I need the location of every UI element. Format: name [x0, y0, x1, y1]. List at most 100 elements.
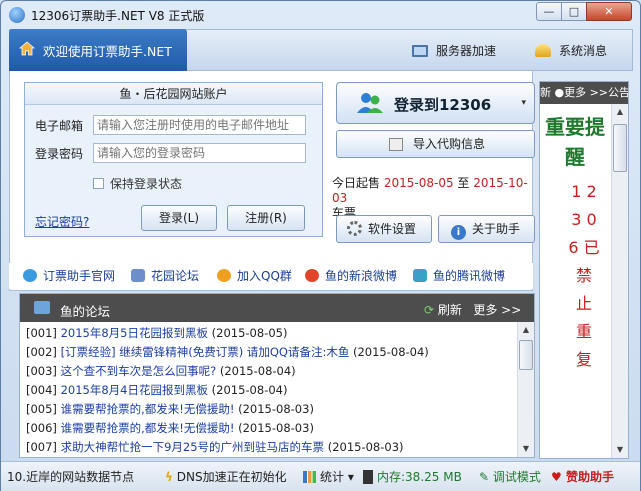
notice-panel: 新 ●更多 >>公告 重要提醒 1 2 3 0 6 已 禁 止 重 复 ▲ ▼	[539, 81, 629, 459]
memory-icon	[363, 470, 373, 484]
close-button[interactable]: ✕	[586, 2, 632, 21]
link-sina-weibo-label: 鱼的新浪微博	[325, 269, 398, 283]
row-date: (2015-08-03)	[238, 402, 314, 416]
list-item[interactable]: [001] 2015年8月5日花园报到黑板 (2015-08-05)	[26, 324, 516, 343]
maximize-button[interactable]: □	[561, 2, 587, 21]
remember-checkbox[interactable]: 保持登录状态	[93, 175, 182, 192]
list-item[interactable]: [005] 谁需要帮抢票的,都发来!无偿援助! (2015-08-03)	[26, 400, 516, 419]
account-box: 鱼・后花园网站账户 电子邮箱 登录密码 保持登录状态 忘记密码? 登录(L) 注…	[24, 82, 323, 237]
memory-status: 内存:38.25 MB	[363, 468, 462, 485]
notice-scrollbar[interactable]: ▲ ▼	[611, 104, 628, 458]
forum-more-link[interactable]: 更多 >>	[473, 303, 521, 317]
login-button[interactable]: 登录(L)	[141, 205, 217, 231]
checkbox-icon	[93, 178, 104, 189]
link-official-site-label: 订票助手官网	[43, 269, 116, 283]
row-number: [005]	[26, 402, 57, 416]
list-item[interactable]: [004] 2015年8月4日花园报到黑板 (2015-08-04)	[26, 381, 516, 400]
refresh-link[interactable]: 刷新	[438, 303, 462, 317]
row-date: (2015-08-03)	[238, 421, 314, 435]
forum-panel: 鱼的论坛 ⟳ 刷新 更多 >> [001] 2015年8月5日花园报到黑板 (2…	[19, 293, 535, 458]
tab-welcome[interactable]: 欢迎使用订票助手.NET	[9, 29, 187, 71]
row-date: (2015-08-04)	[211, 383, 288, 397]
scroll-down-icon[interactable]: ▼	[612, 442, 628, 458]
scroll-up-icon[interactable]: ▲	[518, 322, 534, 338]
list-item[interactable]: [002] [订票经验] 继续雷锋精神(免费订票) 请加QQ请备注:木鱼 (20…	[26, 343, 516, 362]
qq-icon	[217, 269, 231, 282]
row-number: [006]	[26, 421, 57, 435]
row-title-link[interactable]: 求助大神帮忙抢一下9月25号的广州到驻马店的车票	[61, 440, 324, 454]
notice-header[interactable]: 新 ●更多 >>公告	[540, 82, 628, 104]
sale-prefix: 今日起售	[332, 176, 381, 190]
about-button[interactable]: i 关于助手	[438, 215, 535, 243]
row-date: (2015-08-04)	[219, 364, 296, 378]
list-item[interactable]: [006] 谁需要帮抢票的,都发来!无偿援助! (2015-08-03)	[26, 419, 516, 438]
forum-header: 鱼的论坛 ⟳ 刷新 更多 >>	[20, 294, 534, 322]
login-12306-button[interactable]: 登录到12306 ▾	[336, 82, 535, 124]
window-title: 12306订票助手.NET V8 正式版	[31, 9, 205, 23]
info-icon: i	[451, 225, 466, 240]
node-status: 10.近岸的网站数据节点	[7, 470, 135, 484]
server-accelerate-button[interactable]: 服务器加速	[412, 42, 496, 59]
row-title-link[interactable]: 这个查不到车次是怎么回事呢?	[61, 364, 217, 378]
forum-header-icon	[34, 301, 50, 314]
account-heading: 鱼・后花园网站账户	[25, 83, 322, 105]
row-number: [001]	[26, 326, 57, 340]
link-qq-group[interactable]: 加入QQ群	[217, 267, 292, 284]
email-field[interactable]	[93, 115, 306, 135]
link-official-site[interactable]: 订票助手官网	[23, 267, 115, 284]
import-label: 导入代购信息	[413, 137, 486, 151]
server-accelerate-label: 服务器加速	[436, 44, 497, 58]
login-12306-label: 登录到12306	[394, 96, 492, 114]
forum-icon	[131, 269, 145, 282]
sponsor-button[interactable]: ♥ 赞助助手	[551, 468, 614, 485]
main-panel: 鱼・后花园网站账户 电子邮箱 登录密码 保持登录状态 忘记密码? 登录(L) 注…	[9, 71, 535, 291]
forgot-password-link[interactable]: 忘记密码?	[35, 213, 89, 230]
globe-icon	[23, 269, 37, 282]
refresh-icon[interactable]: ⟳	[424, 303, 434, 317]
chevron-down-icon: ▾	[347, 470, 354, 484]
scroll-thumb[interactable]	[613, 124, 627, 172]
link-forum[interactable]: 花园论坛	[131, 267, 199, 284]
debug-mode-label: 调试模式	[492, 470, 541, 484]
minimize-button[interactable]: —	[536, 2, 562, 21]
row-date: (2015-08-03)	[327, 440, 404, 454]
link-tencent-weibo[interactable]: 鱼的腾讯微博	[413, 267, 505, 284]
password-field[interactable]	[93, 143, 306, 163]
quick-links-bar: 订票助手官网 花园论坛 加入QQ群 鱼的新浪微博 鱼的腾讯微博	[9, 263, 533, 289]
debug-icon: ✎	[479, 470, 490, 484]
row-title-link[interactable]: 2015年8月4日花园报到黑板	[61, 383, 208, 397]
forum-scrollbar[interactable]: ▲ ▼	[517, 322, 534, 457]
link-tencent-weibo-label: 鱼的腾讯微博	[433, 269, 506, 283]
scroll-thumb[interactable]	[519, 340, 533, 370]
list-item[interactable]: [003] 这个查不到车次是怎么回事呢? (2015-08-04)	[26, 362, 516, 381]
row-title-link[interactable]: 谁需要帮抢票的,都发来!无偿援助!	[61, 421, 235, 435]
scroll-up-icon[interactable]: ▲	[612, 104, 628, 120]
scroll-down-icon[interactable]: ▼	[518, 441, 534, 457]
forum-list: [001] 2015年8月5日花园报到黑板 (2015-08-05) [002]…	[26, 324, 516, 457]
settings-button[interactable]: 软件设置	[336, 215, 432, 243]
chevron-down-icon[interactable]: ▾	[521, 98, 526, 108]
status-bar: 10.近岸的网站数据节点 ϟ DNS加速正在初始化 统计 ▾ 内存:38.25 …	[1, 461, 640, 491]
email-label: 电子邮箱	[35, 119, 84, 133]
debug-mode-toggle[interactable]: ✎ 调试模式	[479, 468, 541, 485]
home-icon	[19, 41, 35, 56]
header-bar: 欢迎使用订票助手.NET 服务器加速 系统消息	[9, 29, 633, 71]
row-title-link[interactable]: 谁需要帮抢票的,都发来!无偿援助!	[61, 402, 235, 416]
heart-icon: ♥	[551, 470, 562, 484]
system-message-button[interactable]: 系统消息	[535, 42, 607, 59]
link-sina-weibo[interactable]: 鱼的新浪微博	[305, 267, 397, 284]
register-button[interactable]: 注册(R)	[227, 205, 305, 231]
row-title-link[interactable]: [订票经验] 继续雷锋精神(免费订票) 请加QQ请备注:木鱼	[61, 345, 350, 359]
row-number: [004]	[26, 383, 57, 397]
remember-label: 保持登录状态	[110, 177, 183, 191]
system-message-label: 系统消息	[559, 44, 608, 58]
stats-menu[interactable]: 统计 ▾	[303, 468, 354, 485]
sale-start-date: 2015-08-05	[383, 176, 454, 190]
link-forum-label: 花园论坛	[151, 269, 200, 283]
row-title-link[interactable]: 2015年8月5日花园报到黑板	[61, 326, 208, 340]
list-item[interactable]: [007] 求助大神帮忙抢一下9月25号的广州到驻马店的车票 (2015-08-…	[26, 438, 516, 457]
main-window: 12306订票助手.NET V8 正式版 — □ ✕ 欢迎使用订票助手.NET …	[0, 0, 641, 491]
weibo-icon	[305, 269, 319, 282]
row-date: (2015-08-04)	[352, 345, 429, 359]
import-agent-button[interactable]: 导入代购信息	[336, 130, 535, 158]
